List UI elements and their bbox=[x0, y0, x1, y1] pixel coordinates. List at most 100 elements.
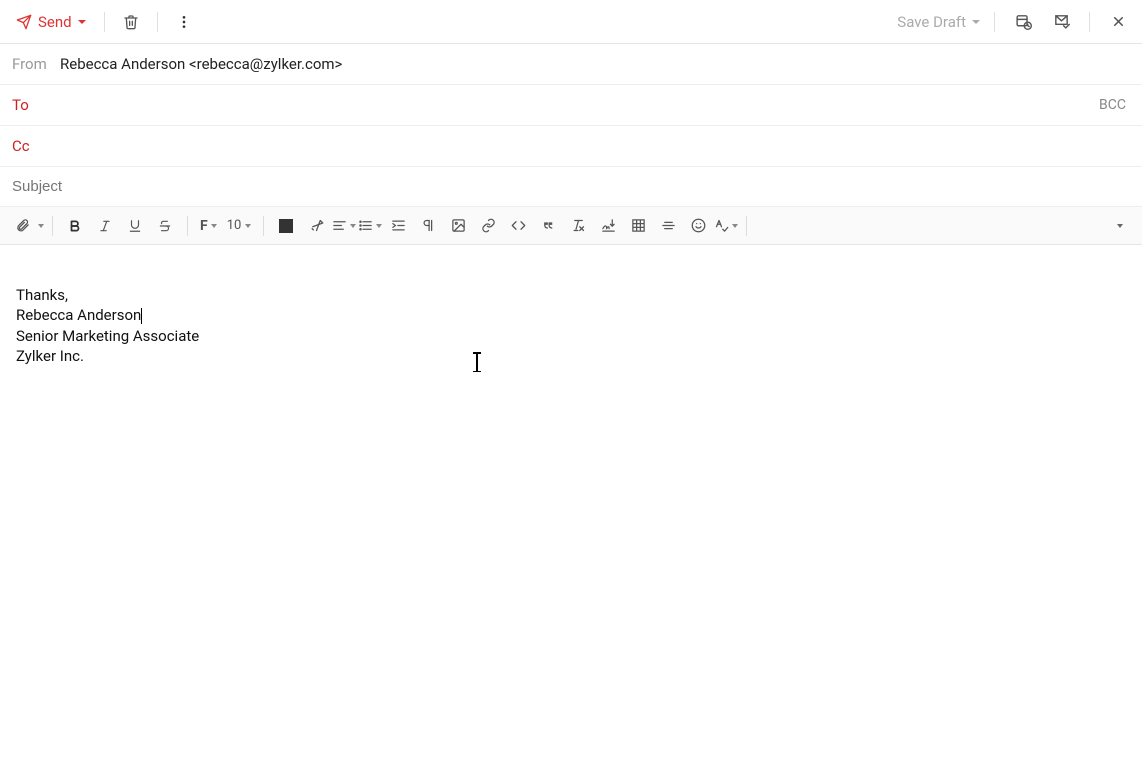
top-right-group: Save Draft bbox=[897, 8, 1132, 36]
image-icon bbox=[451, 218, 466, 233]
spellcheck-icon bbox=[714, 218, 729, 233]
from-value[interactable]: Rebecca Anderson <rebecca@zylker.com> bbox=[60, 55, 342, 73]
top-left-group: Send bbox=[10, 8, 198, 36]
chevron-down-icon bbox=[1117, 224, 1123, 228]
horizontal-rule-button[interactable] bbox=[654, 212, 682, 240]
separator bbox=[263, 216, 264, 236]
pilcrow-icon bbox=[421, 218, 436, 233]
save-draft-button[interactable]: Save Draft bbox=[897, 13, 980, 31]
subject-input[interactable] bbox=[12, 178, 1130, 195]
font-size-selector[interactable]: 10 bbox=[223, 218, 256, 233]
code-icon bbox=[511, 218, 526, 233]
chevron-down-icon bbox=[972, 20, 980, 24]
underline-button[interactable] bbox=[121, 212, 149, 240]
strikethrough-icon bbox=[158, 219, 172, 233]
chevron-down-icon bbox=[732, 224, 738, 228]
calendar-clock-icon bbox=[1015, 13, 1032, 30]
chevron-down-icon bbox=[245, 224, 251, 228]
separator bbox=[52, 216, 53, 236]
to-row: To BCC bbox=[0, 85, 1142, 126]
separator bbox=[104, 12, 105, 32]
text-caret-icon bbox=[141, 308, 142, 324]
separator bbox=[157, 12, 158, 32]
align-button[interactable] bbox=[332, 212, 356, 240]
blockquote-button[interactable] bbox=[534, 212, 562, 240]
font-size-value: 10 bbox=[227, 218, 242, 233]
text-color-button[interactable] bbox=[272, 212, 300, 240]
highlighter-icon bbox=[309, 218, 324, 233]
toolbar-expand-button[interactable] bbox=[1106, 212, 1134, 240]
chevron-down-icon bbox=[350, 224, 356, 228]
close-icon bbox=[1111, 14, 1126, 29]
trash-icon bbox=[123, 14, 139, 30]
hr-icon bbox=[661, 218, 676, 233]
insert-code-button[interactable] bbox=[504, 212, 532, 240]
mail-check-icon bbox=[1053, 13, 1070, 30]
signature-line-2: Rebecca Anderson bbox=[16, 305, 1126, 325]
emoji-icon bbox=[691, 218, 706, 233]
to-input[interactable] bbox=[52, 97, 1099, 114]
underline-icon bbox=[128, 219, 142, 233]
format-toolbar: F 10 bbox=[0, 207, 1142, 245]
close-button[interactable] bbox=[1104, 8, 1132, 36]
clear-format-button[interactable] bbox=[564, 212, 592, 240]
send-button[interactable]: Send bbox=[10, 9, 92, 35]
align-left-icon bbox=[332, 218, 347, 233]
indent-button[interactable] bbox=[384, 212, 412, 240]
more-vertical-icon bbox=[176, 14, 192, 30]
compose-body[interactable]: Thanks, Rebecca Anderson Senior Marketin… bbox=[0, 245, 1142, 754]
send-icon bbox=[16, 14, 32, 30]
italic-button[interactable] bbox=[91, 212, 119, 240]
from-label: From bbox=[12, 55, 52, 73]
cc-label: Cc bbox=[12, 137, 52, 155]
signature-icon bbox=[601, 218, 616, 233]
signature-line-1: Thanks, bbox=[16, 285, 1126, 305]
cc-row: Cc bbox=[0, 126, 1142, 167]
discard-button[interactable] bbox=[117, 8, 145, 36]
text-cursor-icon bbox=[476, 353, 478, 371]
signature-button[interactable] bbox=[594, 212, 622, 240]
color-swatch-icon bbox=[279, 219, 293, 233]
bcc-toggle[interactable]: BCC bbox=[1099, 97, 1130, 113]
send-label: Send bbox=[38, 13, 72, 31]
list-button[interactable] bbox=[358, 212, 382, 240]
bold-icon bbox=[68, 219, 82, 233]
templates-button[interactable] bbox=[1047, 8, 1075, 36]
strikethrough-button[interactable] bbox=[151, 212, 179, 240]
attach-button[interactable] bbox=[8, 212, 36, 240]
send-dropdown-caret-icon[interactable] bbox=[78, 20, 86, 24]
insert-table-button[interactable] bbox=[624, 212, 652, 240]
from-row: From Rebecca Anderson <rebecca@zylker.co… bbox=[0, 44, 1142, 85]
attach-dropdown-icon[interactable] bbox=[38, 224, 44, 228]
to-label: To bbox=[12, 96, 52, 114]
indent-icon bbox=[391, 218, 406, 233]
separator bbox=[187, 216, 188, 236]
highlight-button[interactable] bbox=[302, 212, 330, 240]
insert-link-button[interactable] bbox=[474, 212, 502, 240]
spellcheck-button[interactable] bbox=[714, 212, 738, 240]
more-options-button[interactable] bbox=[170, 8, 198, 36]
save-draft-label: Save Draft bbox=[897, 13, 966, 31]
text-direction-button[interactable] bbox=[414, 212, 442, 240]
emoji-button[interactable] bbox=[684, 212, 712, 240]
subject-row bbox=[0, 167, 1142, 207]
paperclip-icon bbox=[15, 218, 30, 233]
compose-top-bar: Send Save Draft bbox=[0, 0, 1142, 44]
signature-line-4: Zylker Inc. bbox=[16, 346, 1126, 366]
font-family-button[interactable]: F bbox=[196, 212, 221, 240]
table-icon bbox=[631, 218, 646, 233]
separator bbox=[746, 216, 747, 236]
bold-button[interactable] bbox=[61, 212, 89, 240]
italic-icon bbox=[98, 219, 112, 233]
clear-format-icon bbox=[571, 218, 586, 233]
separator bbox=[994, 12, 995, 32]
insert-image-button[interactable] bbox=[444, 212, 472, 240]
font-icon: F bbox=[200, 218, 208, 234]
schedule-button[interactable] bbox=[1009, 8, 1037, 36]
link-icon bbox=[481, 218, 496, 233]
chevron-down-icon bbox=[376, 224, 382, 228]
cc-input[interactable] bbox=[52, 138, 1130, 155]
separator bbox=[1089, 12, 1090, 32]
list-icon bbox=[358, 218, 373, 233]
signature-line-3: Senior Marketing Associate bbox=[16, 326, 1126, 346]
